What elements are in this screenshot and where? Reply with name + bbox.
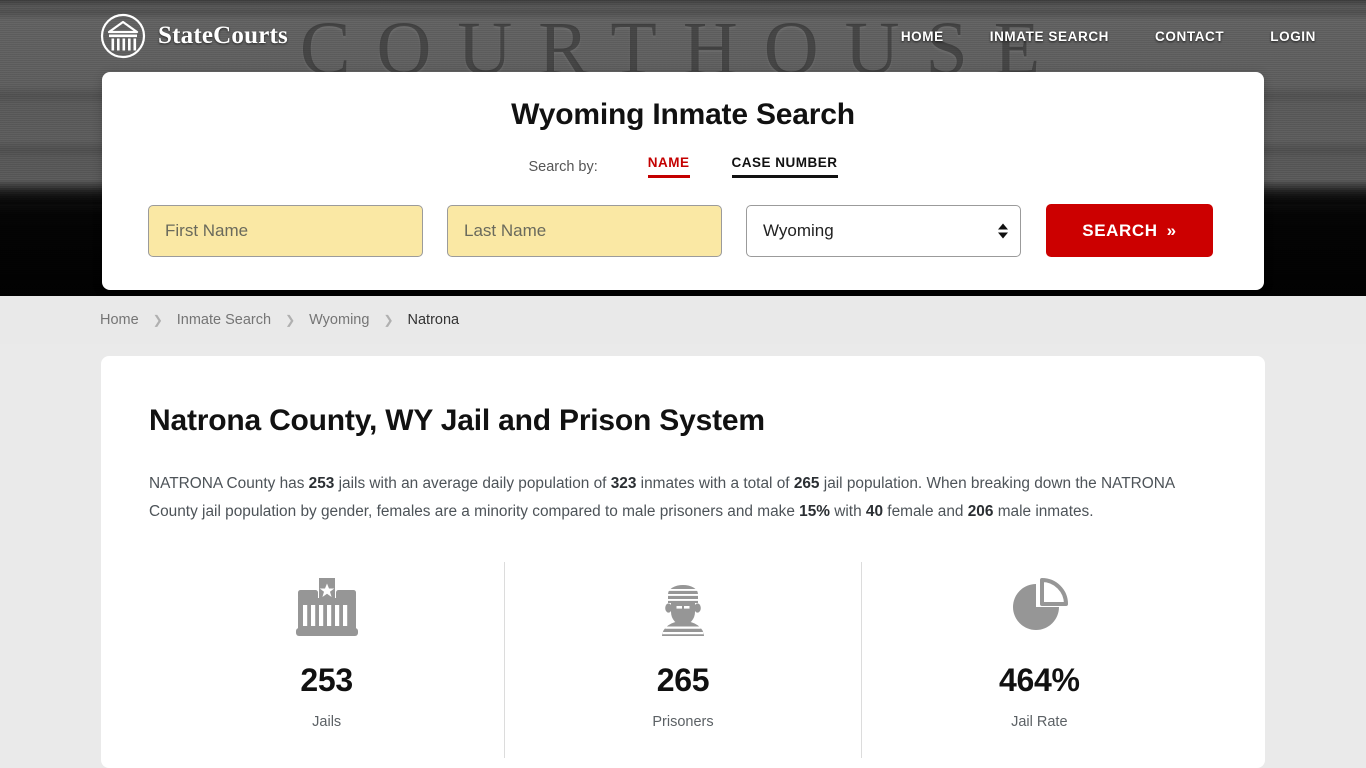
nav-item-home[interactable]: HOME <box>901 29 944 44</box>
hero-banner: COURTHOUSE StateCourts HOME INMATE SEAR <box>0 0 1366 296</box>
county-info-card: Natrona County, WY Jail and Prison Syste… <box>101 356 1265 768</box>
stat-label-jail-rate: Jail Rate <box>1011 714 1067 730</box>
stat-label-jails: Jails <box>312 714 341 730</box>
search-by-label: Search by: <box>528 159 597 178</box>
breadcrumb-item-natrona: Natrona <box>408 312 460 328</box>
brand-name: StateCourts <box>158 22 288 50</box>
pie-chart-icon <box>1008 574 1070 640</box>
stat-prisoners: 265 Prisoners <box>504 562 860 758</box>
search-by-tabs: Search by: NAME CASE NUMBER <box>148 155 1218 178</box>
brand-logo[interactable]: StateCourts <box>100 13 288 59</box>
stat-value-jails: 253 <box>300 662 353 699</box>
summary-female-percent: 15% <box>799 503 830 520</box>
state-select[interactable]: Wyoming <box>746 205 1021 257</box>
first-name-input[interactable] <box>148 205 423 257</box>
courthouse-circle-icon <box>100 13 146 59</box>
breadcrumb-separator-icon: ❯ <box>383 313 393 327</box>
stat-jail-rate: 464% Jail Rate <box>861 562 1217 758</box>
summary-text-3: inmates with a total of <box>636 475 793 492</box>
breadcrumb-item-wyoming[interactable]: Wyoming <box>309 312 369 328</box>
search-button-label: SEARCH <box>1082 221 1157 241</box>
summary-adp-count: 323 <box>611 475 637 492</box>
nav-item-contact[interactable]: CONTACT <box>1155 29 1224 44</box>
inmate-search-card: Wyoming Inmate Search Search by: NAME CA… <box>102 72 1264 290</box>
breadcrumb-separator-icon: ❯ <box>153 313 163 327</box>
breadcrumb-item-inmate-search[interactable]: Inmate Search <box>177 312 271 328</box>
summary-text-2: jails with an average daily population o… <box>334 475 610 492</box>
nav-item-inmate-search[interactable]: INMATE SEARCH <box>990 29 1109 44</box>
page-body: Natrona County, WY Jail and Prison Syste… <box>0 344 1366 768</box>
breadcrumb-separator-icon: ❯ <box>285 313 295 327</box>
tab-case-number[interactable]: CASE NUMBER <box>732 155 838 178</box>
stat-value-jail-rate: 464% <box>999 662 1080 699</box>
jail-building-icon <box>294 574 360 640</box>
summary-female-count: 40 <box>866 503 883 520</box>
summary-text-1: NATRONA County has <box>149 475 309 492</box>
stat-label-prisoners: Prisoners <box>652 714 713 730</box>
stat-value-prisoners: 265 <box>657 662 710 699</box>
county-summary-paragraph: NATRONA County has 253 jails with an ave… <box>149 470 1209 526</box>
search-form: Wyoming SEARCH » <box>148 204 1218 257</box>
breadcrumb: Home ❯ Inmate Search ❯ Wyoming ❯ Natrona <box>0 296 1366 344</box>
tab-name[interactable]: NAME <box>648 155 690 178</box>
statistics-row: 253 Jails <box>149 562 1217 758</box>
summary-text-5: with <box>830 503 866 520</box>
page-title: Natrona County, WY Jail and Prison Syste… <box>149 404 1217 438</box>
summary-jails-count: 253 <box>309 475 335 492</box>
top-navigation-bar: StateCourts HOME INMATE SEARCH CONTACT L… <box>0 0 1366 72</box>
nav-item-login[interactable]: LOGIN <box>1270 29 1316 44</box>
double-chevron-right-icon: » <box>1167 221 1177 241</box>
state-select-wrapper: Wyoming <box>746 205 1021 257</box>
summary-male-count: 206 <box>968 503 994 520</box>
summary-text-6: female and <box>883 503 968 520</box>
stat-jails: 253 Jails <box>149 562 504 758</box>
search-card-title: Wyoming Inmate Search <box>148 98 1218 132</box>
summary-total-population: 265 <box>794 475 820 492</box>
breadcrumb-item-home[interactable]: Home <box>100 312 139 328</box>
search-button[interactable]: SEARCH » <box>1046 204 1213 257</box>
prisoner-icon <box>652 574 714 640</box>
last-name-input[interactable] <box>447 205 722 257</box>
summary-text-7: male inmates. <box>993 503 1093 520</box>
main-nav: HOME INMATE SEARCH CONTACT LOGIN <box>855 29 1316 44</box>
